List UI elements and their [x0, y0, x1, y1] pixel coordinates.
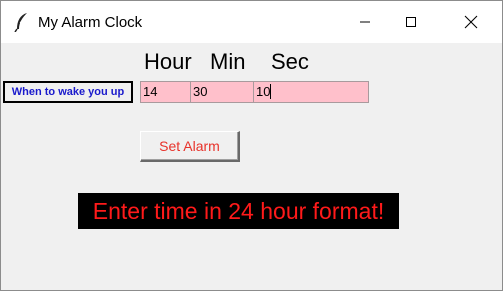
wake-label: When to wake you up — [3, 81, 133, 103]
sec-input[interactable]: 10 — [253, 81, 369, 103]
sec-value: 10 — [256, 84, 271, 99]
hour-header: Hour — [144, 49, 192, 74]
minimize-button[interactable] — [342, 1, 388, 43]
close-icon — [464, 15, 478, 29]
alarm-window: My Alarm Clock Hour Min Sec When to wake… — [0, 0, 503, 291]
min-input[interactable]: 30 — [190, 81, 255, 103]
min-value: 30 — [193, 84, 208, 99]
hour-value: 14 — [143, 84, 158, 99]
alarm-form: Hour Min Sec When to wake you up 14 30 1… — [1, 43, 502, 290]
window-title: My Alarm Clock — [38, 14, 143, 31]
close-button[interactable] — [448, 1, 494, 43]
maximize-icon — [406, 17, 416, 27]
maximize-button[interactable] — [388, 1, 434, 43]
sec-header: Sec — [271, 49, 309, 74]
format-hint: Enter time in 24 hour format! — [78, 193, 399, 229]
feather-icon — [14, 12, 30, 33]
hour-input[interactable]: 14 — [140, 81, 192, 103]
min-header: Min — [210, 49, 246, 74]
set-alarm-button[interactable]: Set Alarm — [140, 131, 240, 162]
minimize-icon — [360, 21, 370, 23]
title-bar[interactable]: My Alarm Clock — [1, 1, 502, 43]
text-caret — [270, 84, 272, 99]
